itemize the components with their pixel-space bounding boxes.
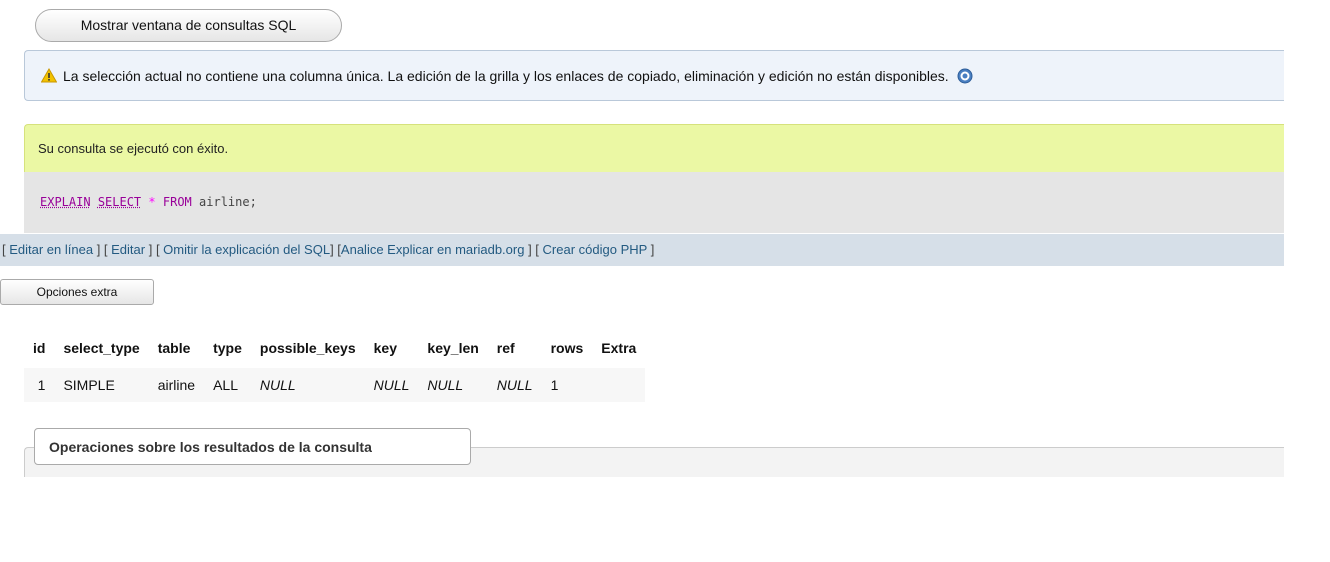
sql-keyword-explain[interactable]: EXPLAIN: [40, 195, 91, 209]
cell-possible-keys: NULL: [259, 377, 296, 393]
results-table: id select_type table type possible_keys …: [24, 328, 646, 402]
edit-link[interactable]: Editar: [111, 242, 145, 257]
column-header-extra[interactable]: Extra: [592, 328, 646, 368]
cell-id: 1: [37, 377, 46, 393]
column-header-rows[interactable]: rows: [541, 328, 593, 368]
skip-explain-link[interactable]: Omitir la explicación del SQL: [163, 242, 330, 257]
cell-extra: [592, 368, 645, 402]
create-php-link[interactable]: Crear código PHP: [543, 242, 648, 257]
notice-text: La selección actual no contiene una colu…: [63, 68, 949, 84]
column-header-key[interactable]: key: [364, 328, 419, 368]
show-sql-window-button[interactable]: Mostrar ventana de consultas SQL: [35, 9, 342, 42]
column-header-id[interactable]: id: [24, 328, 55, 368]
column-header-possible-keys[interactable]: possible_keys: [250, 328, 365, 368]
extra-options-button[interactable]: Opciones extra: [0, 279, 154, 305]
column-header-select-type[interactable]: select_type: [54, 328, 149, 368]
inline-edit-link[interactable]: Editar en línea: [9, 242, 93, 257]
table-row: 1 SIMPLE airline ALL NULL NULL NULL NULL…: [24, 368, 645, 402]
cell-ref: NULL: [496, 377, 533, 393]
sql-query-display: EXPLAIN SELECT * FROM airline;: [24, 172, 1284, 233]
analyze-explain-link[interactable]: Analice Explicar en mariadb.org: [341, 242, 525, 257]
cell-key-len: NULL: [427, 377, 464, 393]
cell-table: airline: [157, 377, 196, 393]
cell-key: NULL: [373, 377, 410, 393]
cell-rows: 1: [550, 377, 559, 393]
cell-type: ALL: [213, 377, 239, 393]
success-message: Su consulta se ejecutó con éxito.: [24, 124, 1284, 172]
sql-keyword-from: FROM: [162, 195, 192, 209]
sql-table-name: airline;: [199, 195, 257, 209]
warning-icon: [40, 53, 58, 104]
column-header-table[interactable]: table: [148, 328, 205, 368]
help-icon[interactable]: [957, 54, 973, 105]
results-header-row: id select_type table type possible_keys …: [24, 328, 646, 368]
sql-star: *: [148, 195, 156, 209]
column-header-ref[interactable]: ref: [487, 328, 542, 368]
unique-column-notice: La selección actual no contiene una colu…: [24, 50, 1284, 101]
sql-keyword-select[interactable]: SELECT: [98, 195, 141, 209]
cell-select-type: SIMPLE: [63, 377, 115, 393]
query-results-operations-legend: Operaciones sobre los resultados de la c…: [34, 428, 471, 465]
column-header-type[interactable]: type: [204, 328, 251, 368]
query-action-links: [ Editar en línea ] [ Editar ] [ Omitir …: [0, 234, 1284, 266]
column-header-key-len[interactable]: key_len: [418, 328, 488, 368]
